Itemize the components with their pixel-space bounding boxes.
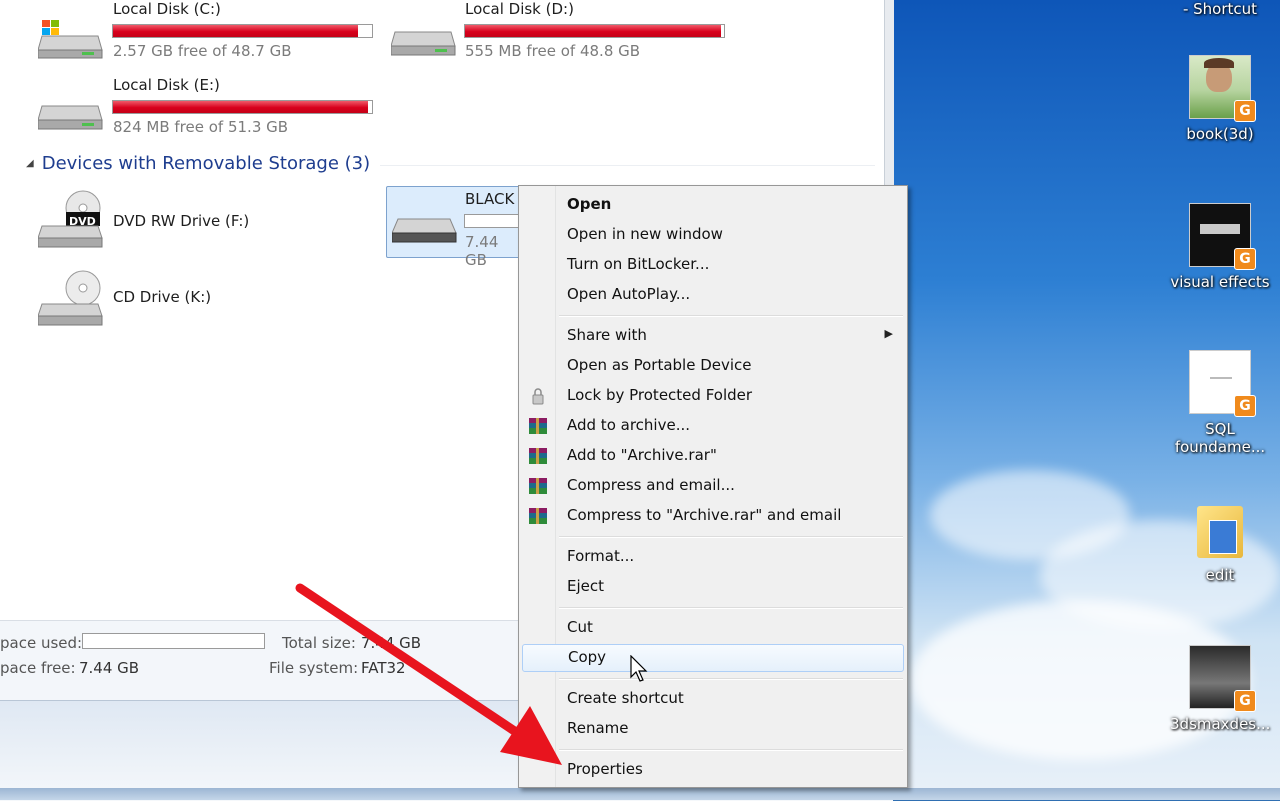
lock-icon bbox=[532, 388, 544, 405]
file-system-value: FAT32 bbox=[361, 659, 406, 677]
desktop-icon-visual-effects[interactable]: G visual effects bbox=[1170, 203, 1270, 291]
cd-drive-icon bbox=[38, 270, 103, 326]
drive-free-space: 7.44 GB bbox=[465, 233, 499, 269]
book-thumbnail-icon: G bbox=[1189, 55, 1256, 122]
submenu-arrow-icon: ▶ bbox=[884, 327, 893, 340]
winrar-icon bbox=[529, 478, 547, 494]
hard-drive-icon bbox=[391, 31, 456, 56]
menu-item-eject[interactable]: Eject bbox=[519, 573, 907, 601]
desktop-icon-label: visual effects bbox=[1170, 273, 1270, 291]
g-badge-icon: G bbox=[1234, 395, 1256, 417]
menu-item-compress-email[interactable]: Compress and email... bbox=[519, 472, 907, 500]
menu-item-lock-protected-folder[interactable]: Lock by Protected Folder bbox=[519, 382, 907, 410]
menu-item-rename[interactable]: Rename bbox=[519, 715, 907, 743]
menu-item-properties[interactable]: Properties bbox=[519, 756, 907, 784]
menu-item-create-shortcut[interactable]: Create shortcut bbox=[519, 685, 907, 713]
space-used-bar bbox=[82, 633, 265, 649]
menu-separator bbox=[559, 536, 903, 538]
menu-item-format[interactable]: Format... bbox=[519, 543, 907, 571]
drive-name: DVD RW Drive (F:) bbox=[113, 212, 250, 230]
mouse-cursor-icon bbox=[630, 655, 648, 682]
folder-icon bbox=[1195, 498, 1245, 560]
file-system-label: File system: bbox=[269, 659, 359, 677]
menu-item-open-new-window[interactable]: Open in new window bbox=[519, 221, 907, 249]
collapse-triangle-icon[interactable]: ◢ bbox=[26, 158, 34, 169]
windows-drive-icon bbox=[38, 20, 103, 59]
menu-separator bbox=[559, 315, 903, 317]
drive-usage-bar bbox=[464, 24, 725, 38]
desktop-background: - Shortcut G book(3d) G visual effects G… bbox=[890, 0, 1280, 800]
hard-drive-icon bbox=[38, 105, 103, 130]
removable-group-header[interactable]: ◢ Devices with Removable Storage (3) bbox=[26, 153, 370, 174]
menu-item-add-to-archive-rar[interactable]: Add to "Archive.rar" bbox=[519, 442, 907, 470]
desktop-icon-label: book(3d) bbox=[1186, 125, 1254, 143]
drive-usb-selected[interactable]: BLACK 7.44 GB bbox=[386, 186, 523, 269]
document-thumbnail-icon: G bbox=[1189, 350, 1256, 417]
menu-separator bbox=[559, 749, 903, 751]
menu-item-bitlocker[interactable]: Turn on BitLocker... bbox=[519, 251, 907, 279]
menu-item-compress-rar-email[interactable]: Compress to "Archive.rar" and email bbox=[519, 502, 907, 530]
desktop-icon-label: SQL foundame... bbox=[1174, 420, 1266, 456]
drive-name: Local Disk (E:) bbox=[113, 76, 220, 94]
drive-usage-bar bbox=[112, 24, 373, 38]
menu-item-portable-device[interactable]: Open as Portable Device bbox=[519, 352, 907, 380]
menu-item-copy[interactable]: Copy bbox=[522, 644, 904, 672]
visual-effects-thumbnail-icon: G bbox=[1189, 203, 1256, 270]
menu-item-open[interactable]: Open bbox=[519, 191, 907, 219]
menu-item-autoplay[interactable]: Open AutoPlay... bbox=[519, 281, 907, 309]
drive-name: Local Disk (C:) bbox=[113, 0, 221, 18]
drive-name: CD Drive (K:) bbox=[113, 288, 212, 306]
drive-usage-bar bbox=[464, 214, 520, 228]
space-used-label: pace used: bbox=[0, 634, 83, 652]
menu-item-add-to-archive[interactable]: Add to archive... bbox=[519, 412, 907, 440]
desktop-icon-book[interactable]: G book(3d) bbox=[1170, 55, 1270, 143]
drive-free-space: 2.57 GB free of 48.7 GB bbox=[113, 42, 292, 60]
desktop-icon-label: 3dsmaxdes... bbox=[1170, 715, 1271, 733]
dvd-label: DVD bbox=[69, 215, 96, 228]
book-cover-thumbnail-icon: G bbox=[1189, 645, 1256, 712]
desktop-icon-edit[interactable]: edit bbox=[1170, 498, 1270, 584]
drive-name: Local Disk (D:) bbox=[465, 0, 574, 18]
space-free-label: pace free: bbox=[0, 659, 76, 677]
menu-separator bbox=[559, 607, 903, 609]
context-menu: Open Open in new window Turn on BitLocke… bbox=[518, 185, 908, 788]
taskbar bbox=[0, 788, 1280, 800]
group-divider bbox=[380, 165, 875, 166]
total-size-label: Total size: bbox=[282, 634, 356, 652]
desktop-icon-3dsmax[interactable]: G 3dsmaxdes... bbox=[1170, 645, 1270, 733]
drive-usage-bar bbox=[112, 100, 373, 114]
winrar-icon bbox=[529, 508, 547, 524]
drive-free-space: 824 MB free of 51.3 GB bbox=[113, 118, 289, 136]
desktop-icon-shortcut[interactable]: - Shortcut bbox=[1170, 0, 1270, 18]
space-free-value: 7.44 GB bbox=[79, 659, 140, 677]
usb-drive-icon bbox=[392, 218, 457, 243]
menu-item-share-with[interactable]: Share with ▶ bbox=[519, 322, 907, 350]
drive-free-space: 555 MB free of 48.8 GB bbox=[465, 42, 641, 60]
desktop-icon-label: - Shortcut bbox=[1182, 0, 1258, 18]
total-size-value: 7.44 GB bbox=[361, 634, 422, 652]
menu-separator bbox=[559, 678, 903, 680]
drive-name: BLACK bbox=[465, 190, 515, 208]
g-badge-icon: G bbox=[1234, 690, 1256, 712]
desktop-icon-sql[interactable]: G SQL foundame... bbox=[1170, 350, 1270, 456]
g-badge-icon: G bbox=[1234, 100, 1256, 122]
winrar-icon bbox=[529, 418, 547, 434]
g-badge-icon: G bbox=[1234, 248, 1256, 270]
details-pane: pace used: pace free: 7.44 GB Total size… bbox=[0, 620, 520, 701]
menu-item-cut[interactable]: Cut bbox=[519, 614, 907, 642]
desktop-icon-label: edit bbox=[1205, 566, 1235, 584]
winrar-icon bbox=[529, 448, 547, 464]
